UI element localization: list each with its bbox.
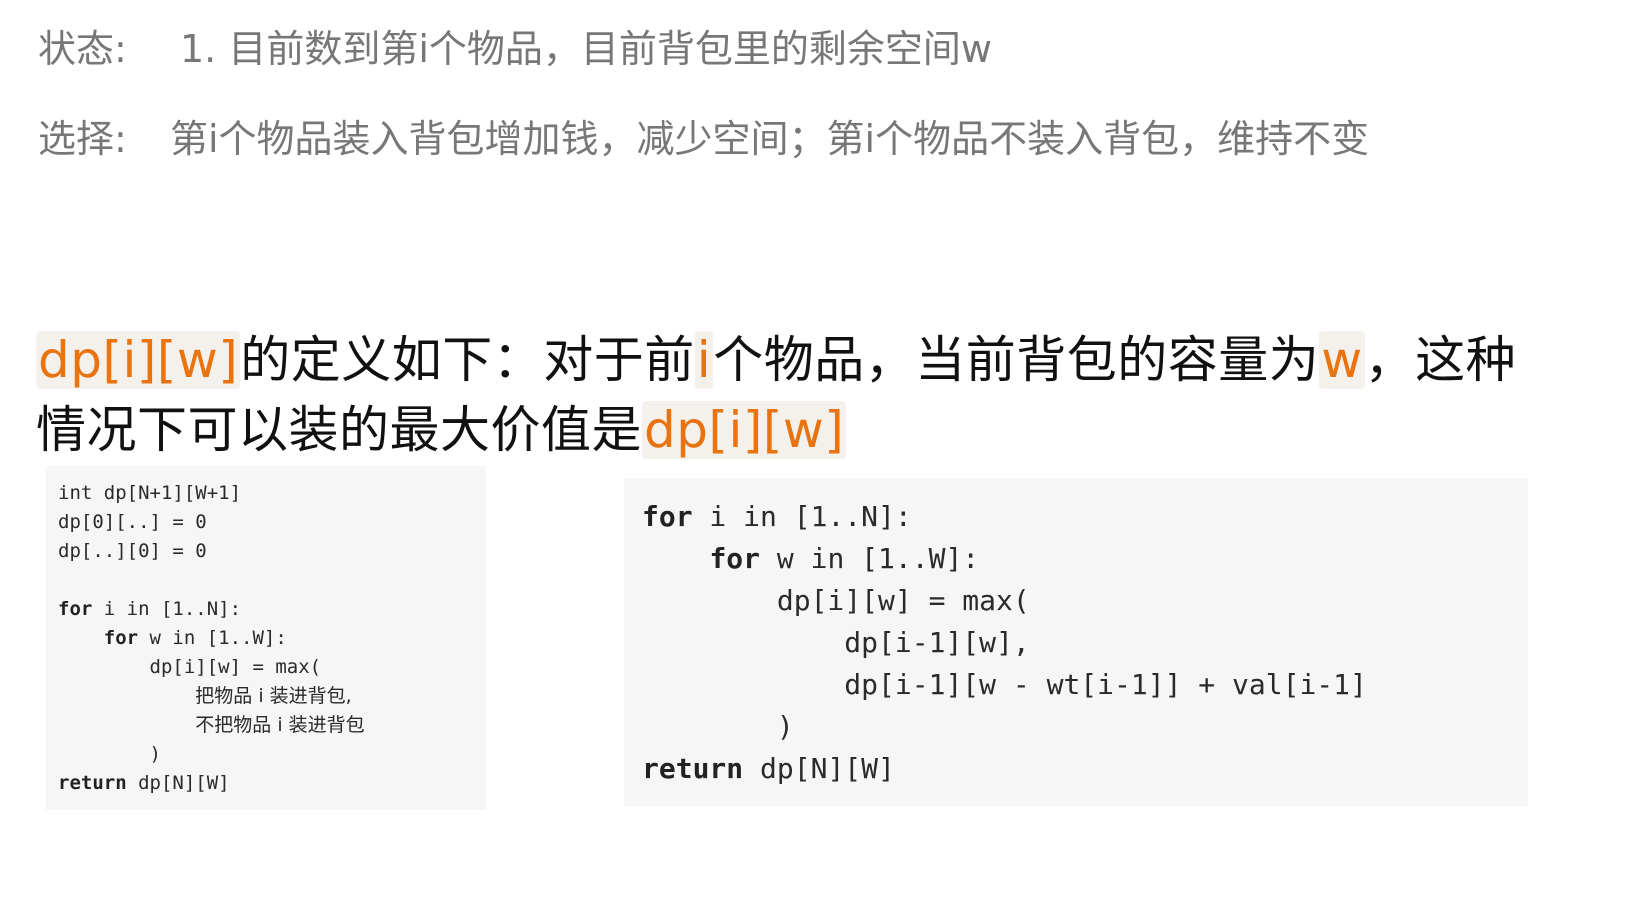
code-text: i in [1..N]: bbox=[692, 500, 912, 533]
left-code-block: int dp[N+1][W+1] dp[0][..] = 0 dp[..][0] =… bbox=[46, 466, 486, 810]
right-code-block: for i in [1..N]: for w in [1..W]: dp[i][… bbox=[624, 478, 1528, 806]
code-line: ) bbox=[642, 706, 1528, 748]
code-line: for w in [1..W]: bbox=[58, 624, 486, 653]
code-line: dp[0][..] = 0 bbox=[58, 511, 207, 533]
code-text: dp[i-1][w], bbox=[844, 626, 1030, 659]
left-code: int dp[N+1][W+1] dp[0][..] = 0 dp[..][0] =… bbox=[46, 466, 486, 798]
code-line: for i in [1..N]: bbox=[642, 496, 1528, 538]
code-text: w in [1..W]: bbox=[760, 542, 980, 575]
code-text: dp[N][W] bbox=[743, 752, 895, 785]
choice-text: 第i个物品装入背包增加钱，减少空间；第i个物品不装入背包，维持不变 bbox=[170, 117, 1370, 161]
code-line: ) bbox=[58, 740, 486, 769]
definition-line-2: 情况下可以装的最大价值是dp[i][w] bbox=[36, 390, 847, 462]
code-line: return dp[N][W] bbox=[642, 748, 1528, 790]
code-line: dp[i][w] = max( bbox=[58, 653, 486, 682]
code-line: for i in [1..N]: bbox=[58, 595, 486, 624]
code-line: 把物品 i 装进背包, bbox=[58, 682, 486, 711]
code-text: dp[N][W] bbox=[126, 772, 230, 794]
keyword: for bbox=[642, 500, 693, 533]
keyword: for bbox=[709, 542, 761, 575]
definition-part3: ，这种 bbox=[1364, 331, 1517, 389]
w-term: w bbox=[1319, 331, 1365, 389]
code-text: ) bbox=[776, 710, 794, 743]
dp-term-2: dp[i][w] bbox=[642, 401, 847, 459]
code-text: dp[i-1][w - wt[i-1]] + val[i-1] bbox=[844, 668, 1367, 701]
i-term: i bbox=[694, 331, 714, 389]
keyword: for bbox=[103, 627, 139, 649]
code-line: dp[i][w] = max( bbox=[642, 580, 1528, 622]
code-line: 不把物品 i 装进背包 bbox=[58, 711, 486, 740]
code-line: dp[i-1][w - wt[i-1]] + val[i-1] bbox=[642, 664, 1528, 706]
keyword: return bbox=[58, 772, 127, 794]
keyword: for bbox=[58, 598, 93, 620]
definition-part1: 的定义如下：对于前 bbox=[240, 331, 695, 389]
code-text: 不把物品 i 装进背包 bbox=[195, 714, 365, 736]
choice-line: 选择: 第i个物品装入背包增加钱，减少空间；第i个物品不装入背包，维持不变 bbox=[38, 108, 1369, 163]
dp-term: dp[i][w] bbox=[36, 331, 241, 389]
code-text: w in [1..W]: bbox=[138, 627, 287, 649]
right-code: for i in [1..N]: for w in [1..W]: dp[i][… bbox=[624, 478, 1528, 790]
code-line: dp[..][0] = 0 bbox=[58, 540, 207, 562]
code-text: dp[i][w] = max( bbox=[149, 656, 322, 678]
code-line: for w in [1..W]: bbox=[642, 538, 1528, 580]
definition-line-1: dp[i][w]的定义如下：对于前i个物品，当前背包的容量为w，这种 bbox=[36, 320, 1516, 392]
code-text: dp[i][w] = max( bbox=[776, 584, 1030, 617]
code-text: i in [1..N]: bbox=[92, 598, 242, 620]
keyword: return bbox=[642, 752, 744, 785]
state-text: 1. 目前数到第i个物品，目前背包里的剩余空间w bbox=[180, 27, 992, 71]
code-text: ) bbox=[149, 743, 161, 765]
state-label: 状态: bbox=[38, 27, 127, 71]
choice-label: 选择: bbox=[38, 117, 127, 161]
state-line: 状态: 1. 目前数到第i个物品，目前背包里的剩余空间w bbox=[38, 18, 992, 73]
code-line: int dp[N+1][W+1] bbox=[58, 482, 242, 504]
definition-part2: 个物品，当前背包的容量为 bbox=[713, 331, 1320, 389]
definition-part4: 情况下可以装的最大价值是 bbox=[36, 401, 642, 459]
code-line: dp[i-1][w], bbox=[642, 622, 1528, 664]
code-line: return dp[N][W] bbox=[58, 769, 486, 798]
code-text: 把物品 i 装进背包, bbox=[195, 685, 352, 707]
